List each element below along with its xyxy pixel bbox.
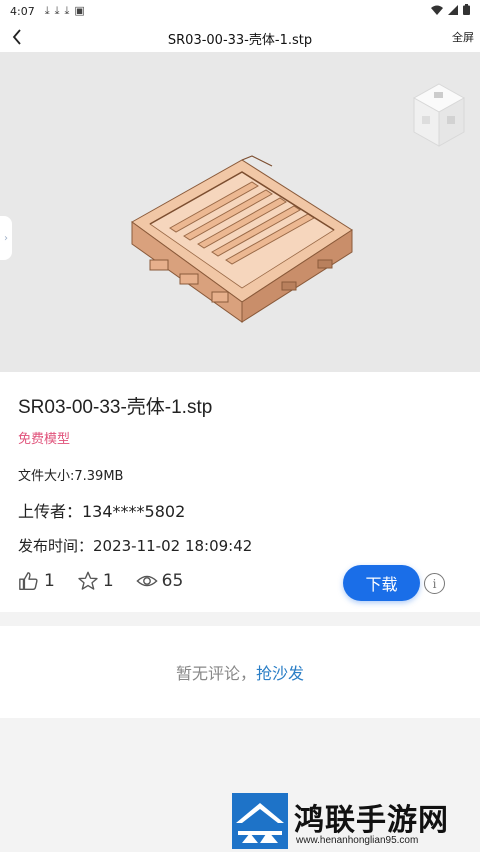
page-title: SR03-00-33-壳体-1.stp [167, 33, 313, 48]
file-size: 文件大小:7.39MB [18, 469, 124, 484]
chevron-right-icon: › [4, 232, 8, 244]
chevron-left-icon [12, 29, 21, 45]
site-watermark: 鸿联手游网 www.henanhonglian95.com [232, 793, 478, 851]
site-url: www.henanhonglian95.com [296, 835, 419, 846]
download-icon: ⤓ [54, 4, 60, 17]
like-count: 1 [44, 571, 55, 591]
favorite-button[interactable]: 1 [77, 570, 114, 592]
download-icon: ⤓ [64, 4, 70, 17]
eye-icon [136, 575, 158, 587]
file-info-card: SR03-00-33-壳体-1.stp 免费模型 文件大小:7.39MB 上传者… [0, 372, 480, 612]
3d-model-image [131, 155, 353, 323]
status-bar: 4:07 ⤓ ⤓ ⤓ ▣ [0, 0, 480, 22]
view-count: 65 [161, 571, 184, 591]
model-viewer[interactable]: › [0, 52, 480, 372]
nav-bar: SR03-00-33-壳体-1.stp 全屏 [0, 22, 480, 52]
side-panel-toggle[interactable]: › [0, 216, 12, 260]
uploader: 上传者：134****5802 [18, 502, 186, 521]
file-title: SR03-00-33-壳体-1.stp [18, 397, 213, 418]
no-comments-text: 暂无评论， [175, 664, 256, 683]
first-comment-link[interactable]: 抢沙发 [256, 660, 304, 684]
publish-time: 发布时间：2023-11-02 18:09:42 [18, 537, 253, 555]
info-icon[interactable]: i [424, 573, 445, 594]
views-stat: 65 [136, 570, 184, 592]
star-icon [78, 571, 98, 590]
comments-section: 暂无评论， 抢沙发 [0, 626, 480, 718]
free-model-tag: 免费模型 [18, 432, 71, 447]
like-button[interactable]: 1 [18, 570, 55, 592]
site-name: 鸿联手游网 [294, 803, 449, 838]
thumbs-up-icon [19, 572, 38, 590]
download-icon: ⤓ [44, 4, 50, 17]
favorite-count: 1 [102, 571, 114, 591]
battery-icon [463, 4, 470, 18]
wifi-icon [431, 5, 443, 18]
back-button[interactable] [0, 22, 34, 52]
signal-icon [448, 4, 458, 18]
stats-row: 1 1 65 [18, 570, 205, 592]
download-button[interactable]: 下载 [343, 565, 420, 601]
status-time: 4:07 [10, 4, 35, 18]
fullscreen-button[interactable]: 全屏 [452, 29, 474, 45]
site-logo-icon [232, 793, 288, 849]
view-cube-icon[interactable] [410, 82, 468, 152]
app-icon: ▣ [74, 4, 85, 17]
